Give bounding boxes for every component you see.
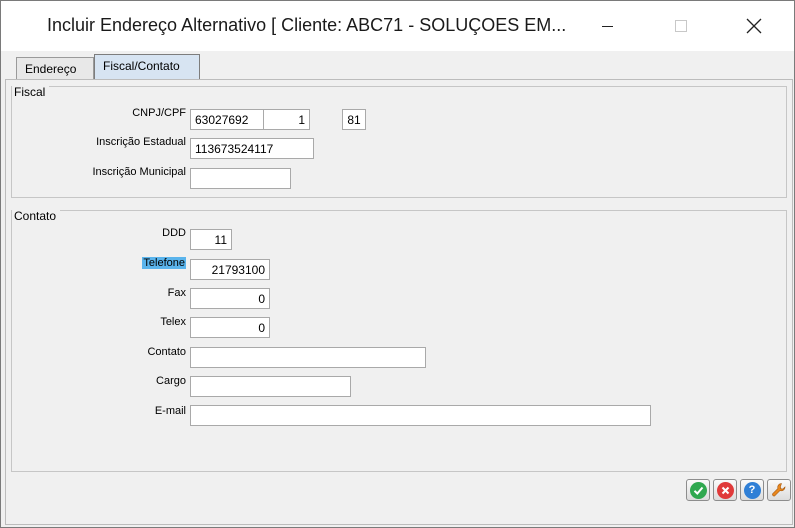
dialog-body: Endereço Fiscal/Contato Fiscal CNPJ/CPF … bbox=[2, 51, 794, 527]
cancel-button[interactable] bbox=[713, 479, 737, 501]
close-icon bbox=[746, 18, 762, 34]
confirm-icon bbox=[689, 481, 707, 499]
ddd-label: DDD bbox=[162, 227, 186, 239]
dialog-window: Incluir Endereço Alternativo [ Cliente: … bbox=[0, 0, 795, 528]
close-button[interactable] bbox=[726, 1, 782, 51]
wrench-icon bbox=[772, 483, 786, 497]
cnpj-dv-field[interactable]: 81 bbox=[342, 109, 366, 130]
telex-field[interactable]: 0 bbox=[190, 317, 270, 338]
tab-endereco[interactable]: Endereço bbox=[16, 57, 94, 80]
fiscal-group: Fiscal CNPJ/CPF 63027692 1 81 Inscrição … bbox=[11, 86, 787, 198]
maximize-icon bbox=[675, 20, 687, 32]
maximize-button[interactable] bbox=[653, 1, 709, 51]
im-field[interactable] bbox=[190, 168, 291, 189]
help-button[interactable]: ? bbox=[740, 479, 764, 501]
settings-button[interactable] bbox=[767, 479, 791, 501]
help-icon: ? bbox=[743, 481, 761, 499]
contato-field[interactable] bbox=[190, 347, 426, 368]
email-field[interactable] bbox=[190, 405, 651, 426]
contato-group: Contato DDD 11 Telefone 21793100 Fax 0 T… bbox=[11, 210, 787, 472]
tab-fiscal-contato[interactable]: Fiscal/Contato bbox=[94, 54, 200, 81]
ie-field[interactable]: 113673524117 bbox=[190, 138, 314, 159]
fiscal-group-title: Fiscal bbox=[12, 86, 50, 99]
fax-label: Fax bbox=[167, 287, 186, 299]
email-label: E-mail bbox=[154, 405, 186, 417]
contato-group-title: Contato bbox=[12, 210, 61, 223]
telefone-label: Telefone bbox=[142, 257, 186, 269]
cancel-icon bbox=[716, 481, 734, 499]
im-label: Inscrição Municipal bbox=[92, 166, 186, 178]
tab-panel: Fiscal CNPJ/CPF 63027692 1 81 Inscrição … bbox=[5, 79, 793, 525]
cargo-label: Cargo bbox=[156, 375, 186, 387]
window-title: Incluir Endereço Alternativo [ Cliente: … bbox=[47, 15, 567, 35]
minimize-button[interactable] bbox=[579, 1, 635, 51]
telefone-field[interactable]: 21793100 bbox=[190, 259, 270, 280]
fax-field[interactable]: 0 bbox=[190, 288, 270, 309]
title-bar: Incluir Endereço Alternativo [ Cliente: … bbox=[1, 1, 794, 51]
cargo-field[interactable] bbox=[190, 376, 351, 397]
cnpj-base-field[interactable]: 63027692 bbox=[190, 109, 264, 130]
ie-label: Inscrição Estadual bbox=[96, 136, 186, 148]
minimize-icon bbox=[601, 25, 613, 27]
confirm-button[interactable] bbox=[686, 479, 710, 501]
cnpj-label: CNPJ/CPF bbox=[132, 107, 186, 119]
cnpj-filial-field[interactable]: 1 bbox=[263, 109, 310, 130]
telex-label: Telex bbox=[160, 316, 186, 328]
contato-label: Contato bbox=[147, 346, 186, 358]
ddd-field[interactable]: 11 bbox=[190, 229, 232, 250]
